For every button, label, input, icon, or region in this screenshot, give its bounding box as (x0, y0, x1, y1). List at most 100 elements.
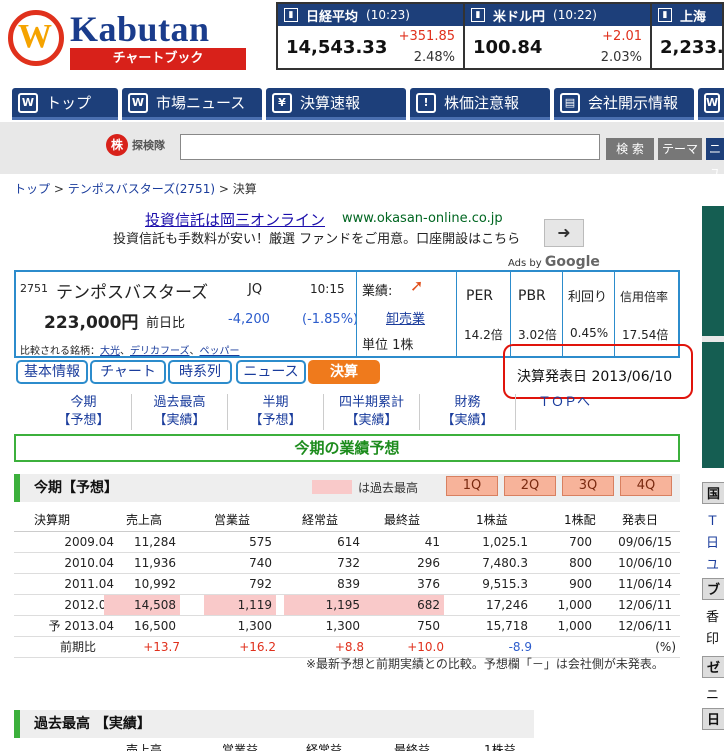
tab-timeseries[interactable]: 時系列 (168, 360, 232, 384)
sidebar-item[interactable]: 香 (702, 606, 724, 626)
chart-icon: ▮ (658, 8, 672, 22)
ad-description: 投資信託も手数料が安い！厳選 ファンドをご用意。口座開設はこちら (113, 232, 521, 247)
tab-chart[interactable]: チャート (90, 360, 166, 384)
ticker-shanghai[interactable]: ▮ 上海 2,233. (652, 4, 722, 68)
industry-link[interactable]: 卸売業 (386, 308, 425, 327)
cell-net: 296 (417, 556, 440, 570)
margin-ratio-label: 信用倍率 (620, 290, 669, 304)
subnav-current-forecast[interactable]: 今期 【予想】 (36, 394, 132, 430)
ad-title-link[interactable]: 投資信託は岡三オンライン (145, 209, 325, 230)
news-button[interactable]: ニュ (706, 138, 724, 178)
announcement-date-highlight: 決算発表日 2013/06/10 (503, 344, 693, 399)
tab-basic-info[interactable]: 基本情報 (16, 360, 88, 384)
cell-ord: 614 (337, 535, 360, 549)
quarter-button-3q[interactable]: 3Q (562, 476, 614, 496)
ad-url[interactable]: www.okasan-online.co.jp (342, 211, 503, 226)
subnav-l1: ＴＯＰへ (537, 395, 590, 410)
subnav-financial[interactable]: 財務 【実績】 (420, 394, 516, 430)
ticker-change: +351.85 (398, 29, 455, 44)
main-nav: W トップ W 市場ニュース ¥ 決算速報 ! 株価注意報 ▤ 会社開示情報 W (12, 88, 724, 120)
chart-icon: ▮ (471, 8, 485, 22)
sidebar-item[interactable]: ニ (702, 684, 724, 704)
cell-sales: 16,500 (134, 619, 176, 633)
stock-code: 2751 (20, 282, 48, 295)
compare-link-1[interactable]: 大光 (100, 346, 120, 357)
sidebar-item[interactable]: ユ (702, 554, 724, 574)
trading-unit: 単位 1株 (362, 338, 414, 353)
search-button[interactable]: 検 索 (606, 138, 654, 160)
quarter-button-4q[interactable]: 4Q (620, 476, 672, 496)
ticker-time: (10:22) (553, 8, 597, 22)
yoy-net: +10.0 (407, 640, 444, 654)
table-note: ※最新予想と前期実績との比較。予想欄「－」は会社側が未発表。 (306, 657, 664, 671)
subnav-l2: 【実績】 (345, 413, 398, 428)
record-table-header: 売上高 営業益 経常益 最終益 1株益 (14, 740, 534, 751)
compare-label: 比較される銘柄：大光、デリカフーズ、ペッパー (20, 346, 240, 357)
cell-ord: 1,195 (284, 595, 364, 615)
cell-op: 575 (249, 535, 272, 549)
sidebar-item[interactable]: 印 (702, 628, 724, 648)
subnav-half[interactable]: 半期 【予想】 (228, 394, 324, 430)
ads-by-google[interactable]: Ads by Google (508, 254, 600, 270)
right-ad-banner[interactable] (702, 206, 724, 468)
nav-more[interactable]: W (698, 88, 724, 120)
divider (356, 272, 357, 356)
yoy-ord: +8.8 (334, 640, 364, 654)
col-div: 1株配 (564, 513, 596, 527)
subnav-l2: 【実績】 (441, 413, 494, 428)
nav-disclosure[interactable]: ▤ 会社開示情報 (554, 88, 694, 120)
cell-ord: 1,300 (325, 619, 360, 633)
sidebar-item[interactable]: Ｔ (702, 510, 724, 530)
subnav-top[interactable]: ＴＯＰへ (516, 394, 612, 412)
warning-icon: ! (416, 92, 436, 113)
cell-date: 09/06/15 (618, 535, 672, 549)
ad-arrow-button[interactable]: ➜ (544, 219, 584, 247)
sidebar-heading: ゼ (702, 656, 724, 678)
cell-date: 12/06/11 (618, 619, 672, 633)
breadcrumb-current: 決算 (232, 182, 257, 196)
logo-subtitle[interactable]: チャートブック (70, 48, 246, 70)
sidebar-item[interactable]: 日 (702, 532, 724, 552)
ticker-nikkei[interactable]: ▮ 日経平均 (10:23) 14,543.33 +351.85 2.48% (278, 4, 465, 68)
quarter-button-2q[interactable]: 2Q (504, 476, 556, 496)
ticker-usdjpy[interactable]: ▮ 米ドル円 (10:22) 100.84 +2.01 2.03% (465, 4, 652, 68)
cell-ord: 839 (337, 577, 360, 591)
nav-stock-alert[interactable]: ! 株価注意報 (410, 88, 550, 120)
ticker-name: 米ドル円 (493, 9, 546, 25)
nav-earnings[interactable]: ¥ 決算速報 (266, 88, 406, 120)
nav-market-news[interactable]: W 市場ニュース (122, 88, 262, 120)
ticker-value: 100.84 (473, 37, 543, 58)
search-input[interactable] (180, 134, 600, 160)
subnav-l1: 財務 (454, 395, 481, 410)
header: W Kabutan チャートブック ▮ 日経平均 (10:23) 14,543.33… (0, 0, 724, 80)
subnav-quarterly[interactable]: 四半期累計 【実績】 (324, 394, 420, 430)
nav-top[interactable]: W トップ (12, 88, 118, 120)
yield-label: 利回り (568, 290, 608, 305)
legend-swatch (312, 480, 352, 494)
nav-label: 決算速報 (300, 94, 361, 112)
cell-date: 11/06/14 (618, 577, 672, 591)
stock-market: JQ (248, 282, 263, 297)
cell-eps: 15,718 (486, 619, 528, 633)
quarter-button-1q[interactable]: 1Q (446, 476, 498, 496)
table-row: 予 2013.04 16,500 1,300 1,300 750 15,718 1,000 1… (14, 616, 680, 637)
breadcrumb-stock[interactable]: テンポスバスターズ(2751) (68, 182, 215, 196)
compare-link-2[interactable]: デリカフーズ (130, 346, 190, 357)
cell-op: 792 (249, 577, 272, 591)
table-row: 2009.04 11,284 575 614 41 1,025.1 700 09/06/15 (14, 532, 680, 553)
breadcrumb-top[interactable]: トップ (14, 182, 50, 196)
sidebar-heading: ブ (702, 578, 724, 600)
table-row: 2010.04 11,936 740 732 296 7,480.3 800 10/06/10 (14, 553, 680, 574)
logo-text[interactable]: Kabutan (70, 8, 210, 50)
kabutan-logo-icon[interactable]: W (8, 10, 64, 66)
compare-link-3[interactable]: ペッパー (200, 346, 240, 357)
ticker-time: (10:23) (366, 8, 410, 22)
table-row: 2011.04 10,992 792 839 376 9,515.3 900 11/06/14 (14, 574, 680, 595)
theme-button[interactable]: テーマ (658, 138, 702, 160)
col-net: 最終益 (384, 513, 421, 527)
subnav-record-high[interactable]: 過去最高 【実績】 (132, 394, 228, 430)
tab-news[interactable]: ニュース (236, 360, 306, 384)
ticker-change: +2.01 (602, 29, 642, 44)
tab-earnings[interactable]: 決算 (308, 360, 380, 384)
breadcrumb: トップ > テンポスバスターズ(2751) > 決算 (14, 182, 257, 196)
